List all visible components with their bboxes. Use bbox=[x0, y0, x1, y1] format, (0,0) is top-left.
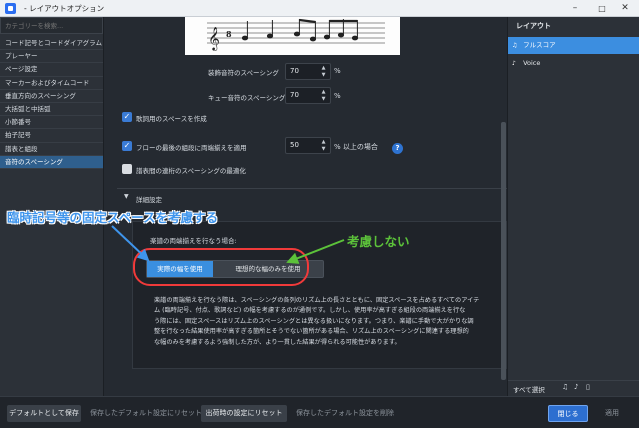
green-arrow bbox=[286, 239, 345, 264]
annotation-consider-fixed-space: 臨時記号等の固定スペースを考慮する bbox=[7, 210, 219, 225]
annotation-do-not-consider: 考慮しない bbox=[347, 234, 410, 249]
blue-arrow bbox=[111, 225, 150, 262]
